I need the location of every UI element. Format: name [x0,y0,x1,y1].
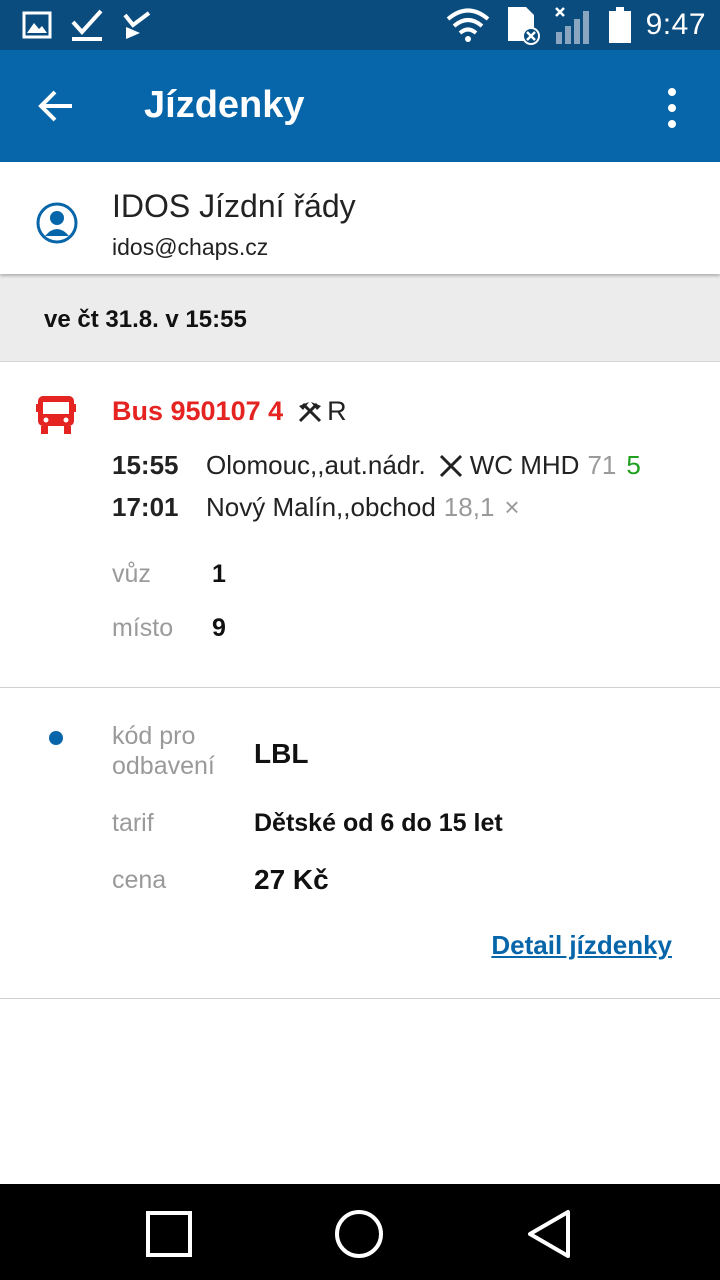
arrival-row: 17:01 Nový Malín,,obchod 18,1 × [112,492,520,523]
circle-icon [335,1210,383,1258]
more-vert-icon [668,88,676,96]
line-flags: R [297,396,347,427]
trip-date: ve čt 31.8. v 15:55 [44,306,247,333]
overflow-menu-button[interactable] [648,78,696,138]
back-button[interactable] [26,76,86,136]
code-label-line-1: kód pro [112,722,196,750]
image-icon [22,11,52,39]
battery-icon [608,7,631,43]
arrival-time: 17:01 [112,492,179,522]
check-play-icon [123,11,151,39]
status-system: 9:47 [446,6,706,45]
tools-icon [299,401,322,422]
price-label: cena [112,866,167,894]
line-name: Bus 950107 4 [112,396,284,426]
arrow-back-icon [38,90,72,122]
square-icon [146,1211,192,1257]
price-value: 27 Kč [254,864,329,895]
trip-section[interactable]: Bus 950107 4 R 15:55 Olomouc,,aut.nádr. … [0,362,720,688]
departure-platform: 5 [626,450,641,480]
departure-km: 71 [587,450,617,480]
line-info: Bus 950107 4 R [112,396,347,427]
seat-row: místo 9 [112,614,226,643]
car-label: vůz [112,560,151,588]
checkmark-icon [71,9,103,41]
car-row: vůz 1 [112,560,226,589]
system-nav-bar [0,1184,720,1280]
departure-row: 15:55 Olomouc,,aut.nádr. WC MHD 71 5 [112,450,641,481]
departure-services: WC MHD [469,450,580,480]
code-label: kód pro odbavení [112,721,215,781]
back-nav-button[interactable] [521,1206,577,1262]
tariff-value: Dětské od 6 do 15 let [254,809,503,837]
departure-station: Olomouc,,aut.nádr. [206,450,426,480]
bus-icon [36,396,76,434]
date-header: ve čt 31.8. v 15:55 [0,274,720,362]
arrival-station: Nový Malín,,obchod [206,492,436,522]
clock: 9:47 [645,8,706,41]
more-vert-icon-dot [668,104,676,112]
departure-time: 15:55 [112,450,179,480]
status-bar: 9:47 [0,0,720,50]
recents-button[interactable] [141,1206,197,1262]
account-row[interactable]: IDOS Jízdní řády idos@chaps.cz [0,162,720,274]
arrival-mark: × [504,492,520,522]
code-label-line-2: odbavení [112,752,215,780]
status-notifications [22,8,152,42]
reservation-flag: R [327,396,347,426]
page-title: Jízdenky [144,84,305,126]
ticket-detail-link[interactable]: Detail jízdenky [491,930,672,961]
signal-icon [554,7,589,44]
wifi-icon [446,8,489,42]
seat-value: 9 [212,614,226,642]
arrival-km: 18,1 [443,492,495,522]
code-value: LBL [254,738,309,769]
account-name: IDOS Jízdní řády [112,188,356,224]
tariff-label: tarif [112,809,154,837]
triangle-back-icon [528,1210,570,1258]
seat-label: místo [112,614,174,642]
car-value: 1 [212,560,226,588]
account-icon [36,202,78,244]
ticket-bullet [49,731,63,745]
app-bar: Jízdenky [0,50,720,162]
ticket-section: kód pro odbavení LBL tarif Dětské od 6 d… [0,688,720,999]
more-vert-icon-dot [668,120,676,128]
home-button[interactable] [331,1206,387,1262]
restaurant-icon [439,454,462,477]
account-email: idos@chaps.cz [112,234,269,260]
sim-icon [507,7,540,45]
